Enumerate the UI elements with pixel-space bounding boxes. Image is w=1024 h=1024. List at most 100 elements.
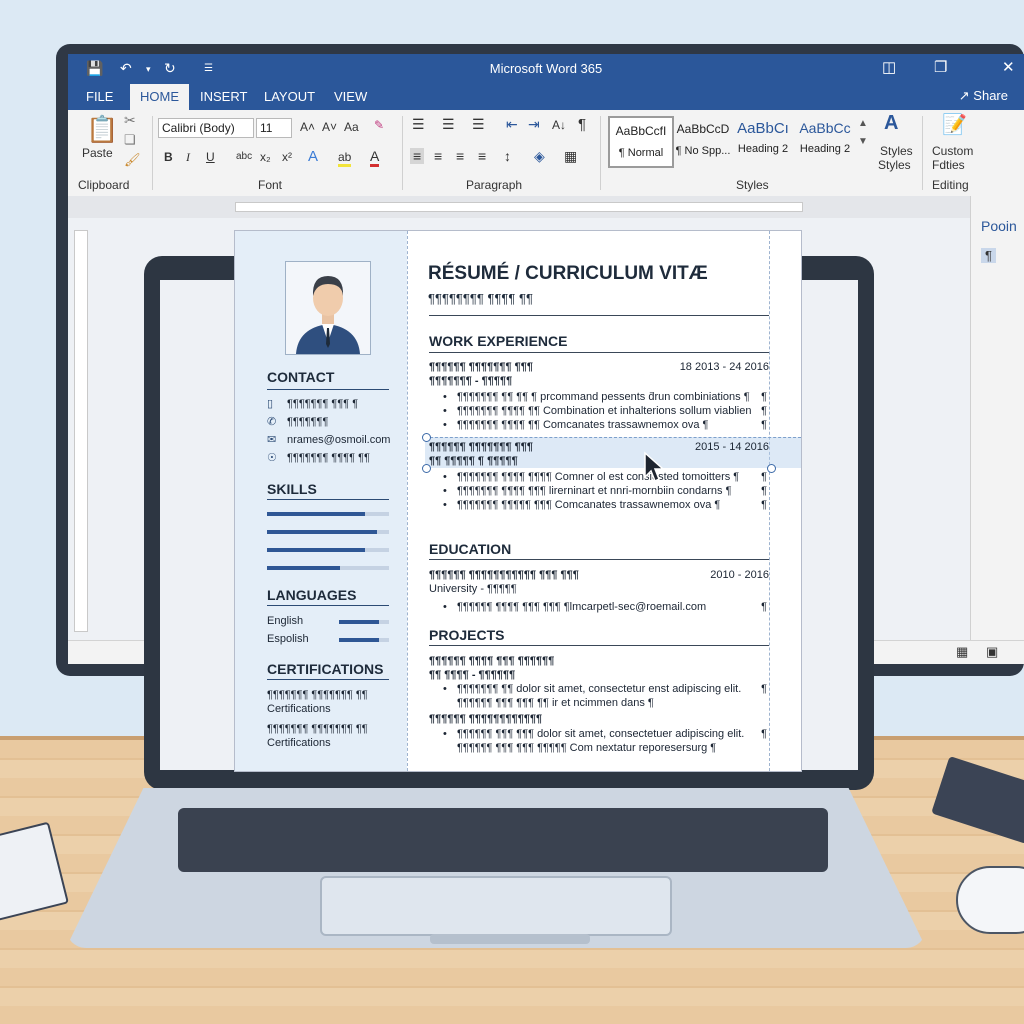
tab-file[interactable]: FILE xyxy=(86,89,113,104)
horizontal-ruler[interactable] xyxy=(235,202,803,212)
ribbon-display-icon[interactable]: ◫ xyxy=(882,58,896,76)
education-bullet[interactable]: ¶¶¶¶¶¶ ¶¶¶¶ ¶¶¶ ¶¶¶ ¶lmcarpetl-sec@roema… xyxy=(457,601,706,613)
project-title[interactable]: ¶¶¶¶¶¶ ¶¶¶¶ ¶¶¶ ¶¶¶¶¶¶ xyxy=(429,655,554,667)
shading-icon[interactable]: ◈ xyxy=(534,148,545,165)
project-bullet[interactable]: ¶¶¶¶¶¶ ¶¶¶ ¶¶¶ ¶¶ ir et ncimmen dans ¶ xyxy=(457,697,654,709)
superscript-button[interactable]: x² xyxy=(282,150,292,164)
web-layout-icon[interactable]: ▣ xyxy=(986,644,998,660)
show-hide-button[interactable]: ¶ xyxy=(578,116,586,133)
contact-phone[interactable]: ¶¶¶¶¶¶¶ ¶¶¶ ¶ xyxy=(287,398,358,410)
pane-pilcrow-button[interactable]: ¶ xyxy=(981,248,996,263)
tab-home[interactable]: HOME xyxy=(130,84,189,110)
increase-indent-icon[interactable]: ⇥ xyxy=(528,116,540,133)
align-right-icon[interactable]: ≡ xyxy=(456,148,464,164)
job-date[interactable]: 18 2013 - 24 2016 xyxy=(680,361,769,373)
projects-heading[interactable]: PROJECTS xyxy=(429,627,504,643)
certification-title[interactable]: ¶¶¶¶¶¶¶ ¶¶¶¶¶¶¶ ¶¶ xyxy=(267,689,368,701)
resume-page[interactable]: RÉSUMÉ / CURRICULUM VITÆ ¶¶¶¶¶¶¶¶ ¶¶¶¶ ¶… xyxy=(234,230,802,772)
certification-title[interactable]: ¶¶¶¶¶¶¶ ¶¶¶¶¶¶¶ ¶¶ xyxy=(267,723,368,735)
contact-web[interactable]: ¶¶¶¶¶¶¶ ¶¶¶¶ ¶¶ xyxy=(287,452,370,464)
language-name[interactable]: English xyxy=(267,615,303,627)
clear-formatting-icon[interactable]: ✎ xyxy=(374,118,384,132)
sort-button[interactable]: A↓ xyxy=(552,118,566,132)
job-bullet[interactable]: ¶¶¶¶¶¶¶ ¶¶ ¶¶ ¶ prcommand pessents d̄run… xyxy=(457,391,750,403)
change-case-button[interactable]: Aa xyxy=(344,120,359,134)
numbering-icon[interactable]: ☰ xyxy=(442,116,455,133)
shrink-font-button[interactable]: A˅ xyxy=(322,120,337,134)
job-bullet[interactable]: ¶¶¶¶¶¶¶ ¶¶¶¶ ¶¶¶ lirerninart et nnri-mor… xyxy=(457,485,731,497)
styles-button[interactable]: Styles xyxy=(880,144,913,158)
paste-icon[interactable]: 📋 xyxy=(86,114,118,145)
multilevel-list-icon[interactable]: ☰ xyxy=(472,116,485,133)
job-bullet[interactable]: ¶¶¶¶¶¶¶ ¶¶¶¶ ¶¶¶¶ Comner ol est consiest… xyxy=(457,471,739,483)
project-bullet[interactable]: ¶¶¶¶¶¶ ¶¶¶ ¶¶¶ dolor sit amet, consectet… xyxy=(457,728,744,740)
tab-insert[interactable]: INSERT xyxy=(200,89,247,104)
paste-button[interactable]: Paste xyxy=(82,146,113,160)
strikethrough-button[interactable]: abc xyxy=(236,151,252,162)
selection-handle[interactable] xyxy=(767,464,776,473)
align-center-icon[interactable]: ≡ xyxy=(434,148,442,164)
print-layout-icon[interactable]: ▦ xyxy=(956,644,968,660)
contact-email[interactable]: nrames@osmo⁠il.com xyxy=(287,434,390,446)
italic-button[interactable]: I xyxy=(186,150,190,165)
resume-title[interactable]: RÉSUMÉ / CURRICULUM VITÆ xyxy=(428,263,708,285)
job-title[interactable]: ¶¶¶¶¶¶ ¶¶¶¶¶¶¶ ¶¶¶ xyxy=(429,361,533,373)
cut-icon[interactable]: ✂ xyxy=(124,112,136,129)
close-icon[interactable]: ✕ xyxy=(1002,58,1015,76)
bold-button[interactable]: B xyxy=(164,150,173,164)
job-company[interactable]: ¶¶¶¶¶¶¶ - ¶¶¶¶¶ xyxy=(429,375,512,387)
vertical-ruler[interactable] xyxy=(74,230,88,632)
style-heading-1[interactable]: AaBbCı Heading 2 xyxy=(732,116,794,164)
grow-font-button[interactable]: A˄ xyxy=(300,120,315,134)
resume-subtitle[interactable]: ¶¶¶¶¶¶¶¶ ¶¶¶¶ ¶¶ xyxy=(428,291,533,306)
project-subtitle[interactable]: ¶¶ ¶¶¶¶ - ¶¶¶¶¶¶ xyxy=(429,669,515,681)
styles-scroll-down-icon[interactable]: ▼ xyxy=(858,136,868,147)
project-bullet[interactable]: ¶¶¶¶¶¶¶ ¶¶ dolor sit amet, consectetur e… xyxy=(457,683,741,695)
certification-label[interactable]: Certifications xyxy=(267,703,331,715)
subscript-button[interactable]: x₂ xyxy=(260,150,271,164)
borders-icon[interactable]: ▦ xyxy=(564,148,577,165)
tab-layout[interactable]: LAYOUT xyxy=(264,89,315,104)
skills-heading[interactable]: SKILLS xyxy=(267,481,317,497)
education-school[interactable]: University - ¶¶¶¶¶ xyxy=(429,583,517,595)
contact-heading[interactable]: CONTACT xyxy=(267,369,334,385)
share-button[interactable]: ↗ Share xyxy=(959,88,1008,104)
styles-button-line2[interactable]: Styles xyxy=(878,158,911,172)
education-heading[interactable]: EDUCATION xyxy=(429,541,511,557)
line-spacing-icon[interactable]: ↕ xyxy=(504,148,511,164)
style-heading-2[interactable]: AaBbCc Heading 2 xyxy=(794,116,856,164)
language-name[interactable]: Espolish xyxy=(267,633,309,645)
custom-button[interactable]: Custom xyxy=(932,144,973,158)
restore-icon[interactable]: ❐ xyxy=(934,58,947,76)
certifications-heading[interactable]: CERTIFICATIONS xyxy=(267,661,383,677)
custom-edit-icon[interactable]: 📝 xyxy=(942,112,967,137)
custom-button-line2[interactable]: Fdties xyxy=(932,158,965,172)
style-normal[interactable]: AaBbCcfI ¶ Normal xyxy=(608,116,674,168)
job-bullet[interactable]: ¶¶¶¶¶¶¶ ¶¶¶¶ ¶¶ Comcanates trassawnemox … xyxy=(457,419,708,431)
align-left-icon[interactable]: ≡ xyxy=(410,148,425,164)
decrease-indent-icon[interactable]: ⇤ xyxy=(506,116,518,133)
styles-scroll-up-icon[interactable]: ▲ xyxy=(858,118,868,129)
text-effects-button[interactable]: A xyxy=(308,148,318,165)
contact-mobile[interactable]: ¶¶¶¶¶¶¶ xyxy=(287,416,328,428)
languages-heading[interactable]: LANGUAGES xyxy=(267,587,356,603)
certification-label[interactable]: Certifications xyxy=(267,737,331,749)
font-color-button[interactable]: A xyxy=(370,148,380,167)
bullets-icon[interactable]: ☰ xyxy=(412,116,425,133)
format-painter-icon[interactable]: 🖌 xyxy=(124,152,141,168)
job-company[interactable]: ¶¶ ¶¶¶¶¶ ¶ ¶¶¶¶¶ xyxy=(429,455,518,467)
work-heading[interactable]: WORK EXPERIENCE xyxy=(429,333,567,349)
project-bullet[interactable]: ¶¶¶¶¶¶ ¶¶¶ ¶¶¶ ¶¶¶¶¶ Com nextatur repore… xyxy=(457,742,716,754)
tab-view[interactable]: VIEW xyxy=(334,89,367,104)
highlight-button[interactable]: ab xyxy=(338,150,352,167)
job-bullet[interactable]: ¶¶¶¶¶¶¶ ¶¶¶¶ ¶¶ Combination et inhalteri… xyxy=(457,405,751,417)
job-date[interactable]: 2015 - 14 2016 xyxy=(695,441,769,453)
job-bullet[interactable]: ¶¶¶¶¶¶¶ ¶¶¶¶¶ ¶¶¶ Comcanates trassawnemo… xyxy=(457,499,720,511)
font-family-select[interactable]: Calibri (Body) xyxy=(158,118,254,138)
project-title[interactable]: ¶¶¶¶¶¶ ¶¶¶¶¶¶¶¶¶¶¶¶ xyxy=(429,713,542,725)
education-degree[interactable]: ¶¶¶¶¶¶ ¶¶¶¶¶¶¶¶¶¶¶ ¶¶¶ ¶¶¶ xyxy=(429,569,579,581)
job-title[interactable]: ¶¶¶¶¶¶ ¶¶¶¶¶¶¶ ¶¶¶ xyxy=(429,441,533,453)
underline-button[interactable]: U xyxy=(206,150,215,164)
copy-icon[interactable]: ❏ xyxy=(124,132,136,148)
style-no-spacing[interactable]: AaBbCcD ¶ No Spp... xyxy=(672,116,734,164)
